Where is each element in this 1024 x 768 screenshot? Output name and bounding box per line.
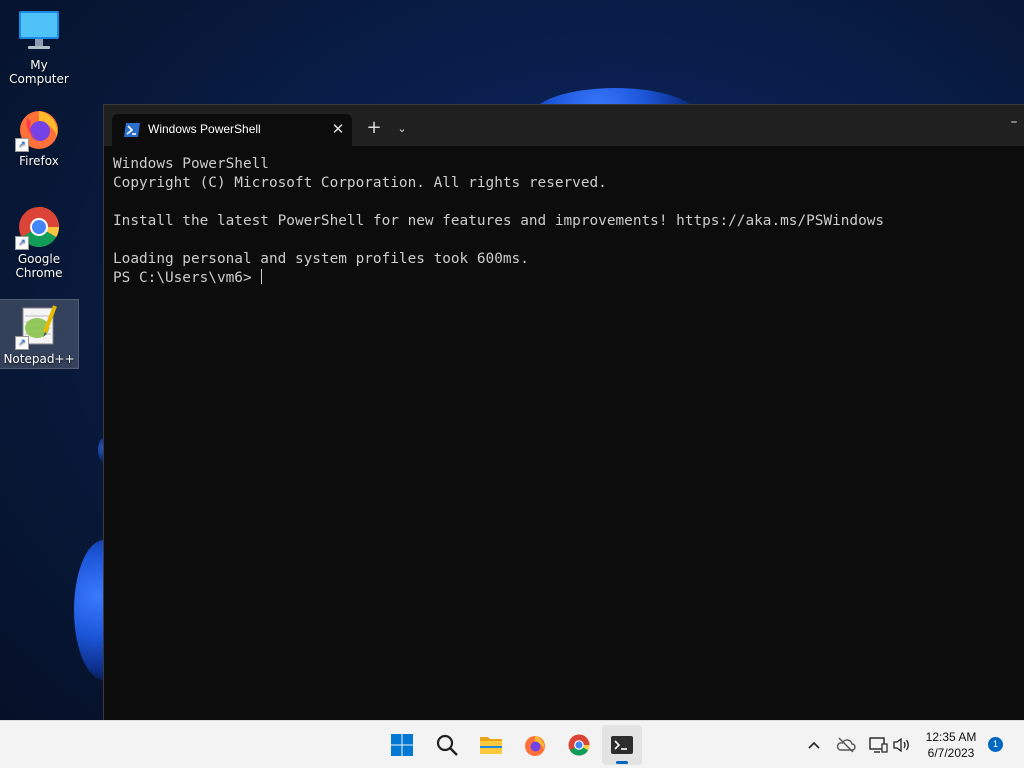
prompt-line[interactable]: PS C:\Users\vm6> xyxy=(113,269,1013,288)
volume-icon xyxy=(893,737,909,753)
file-explorer-button[interactable] xyxy=(471,725,511,765)
desktop-icon-google-chrome[interactable]: ↗ Google Chrome xyxy=(0,202,78,286)
clock-time: 12:35 AM xyxy=(925,730,977,744)
volume-button[interactable] xyxy=(892,735,912,755)
network-icon xyxy=(869,737,888,753)
search-icon xyxy=(436,734,458,756)
system-clock[interactable]: 12:35 AM 6/7/2023 xyxy=(918,729,984,761)
console-line: Install the latest PowerShell for new fe… xyxy=(113,213,885,229)
text-cursor xyxy=(261,269,263,284)
clock-date: 6/7/2023 xyxy=(927,746,975,760)
desktop-icon-notepadpp[interactable]: ↗ Notepad++ xyxy=(0,299,79,369)
search-button[interactable] xyxy=(427,725,467,765)
minimize-button[interactable]: – xyxy=(1004,115,1024,135)
terminal-icon xyxy=(611,736,633,754)
console-output[interactable]: Windows PowerShell Copyright (C) Microsof… xyxy=(113,155,1013,288)
desktop-icon-my-computer[interactable]: My Computer xyxy=(0,8,78,86)
shortcut-arrow-icon: ↗ xyxy=(15,336,29,350)
console-line: Loading personal and system profiles too… xyxy=(113,251,529,267)
notification-badge[interactable]: 1 xyxy=(988,737,1003,752)
start-button[interactable] xyxy=(382,725,422,765)
close-tab-button[interactable]: ✕ xyxy=(328,119,348,139)
tab-title: Windows PowerShell xyxy=(148,122,261,136)
chevron-up-icon xyxy=(808,741,820,749)
chrome-taskbar-button[interactable] xyxy=(559,725,599,765)
chrome-icon xyxy=(568,734,590,756)
console-line: Windows PowerShell xyxy=(113,156,269,172)
onedrive-button[interactable] xyxy=(836,735,856,755)
taskbar: 12:35 AM 6/7/2023 1 xyxy=(0,720,1024,768)
terminal-window[interactable]: Windows PowerShell ✕ + ⌄ – Windows Power… xyxy=(103,104,1024,721)
network-button[interactable] xyxy=(868,735,888,755)
notepadpp-icon: ↗ xyxy=(15,302,63,350)
desktop-icon-label: My Computer xyxy=(9,58,69,86)
tab-dropdown-button[interactable]: ⌄ xyxy=(392,117,412,141)
firefox-taskbar-button[interactable] xyxy=(515,725,555,765)
onedrive-icon xyxy=(836,737,856,753)
desktop-icon-label: Notepad++ xyxy=(3,352,75,366)
desktop-icon-label: Firefox xyxy=(19,154,59,168)
tab-windows-powershell[interactable]: Windows PowerShell ✕ xyxy=(112,114,352,146)
chrome-icon: ↗ xyxy=(15,202,63,250)
desktop-icon-label: Google Chrome xyxy=(15,252,63,280)
terminal-titlebar[interactable]: Windows PowerShell ✕ + ⌄ – xyxy=(104,105,1024,146)
firefox-icon xyxy=(525,736,545,756)
windows-start-icon xyxy=(391,734,413,756)
shortcut-arrow-icon: ↗ xyxy=(15,236,29,250)
powershell-icon xyxy=(124,123,140,137)
console-line: Copyright (C) Microsoft Corporation. All… xyxy=(113,175,607,191)
show-hidden-icons-button[interactable] xyxy=(804,735,824,755)
firefox-icon: ↗ xyxy=(15,104,63,152)
new-tab-button[interactable]: + xyxy=(362,117,386,141)
desktop-icon-firefox[interactable]: ↗ Firefox xyxy=(0,104,78,170)
desktop: My Computer ↗ Firefox ↗ Google Chrome ↗ … xyxy=(0,0,1024,768)
file-explorer-icon xyxy=(480,737,502,754)
prompt-text: PS C:\Users\vm6> xyxy=(113,270,261,286)
shortcut-arrow-icon: ↗ xyxy=(15,138,29,152)
active-indicator xyxy=(616,761,628,764)
monitor-icon xyxy=(15,8,63,56)
terminal-taskbar-button[interactable] xyxy=(602,725,642,765)
